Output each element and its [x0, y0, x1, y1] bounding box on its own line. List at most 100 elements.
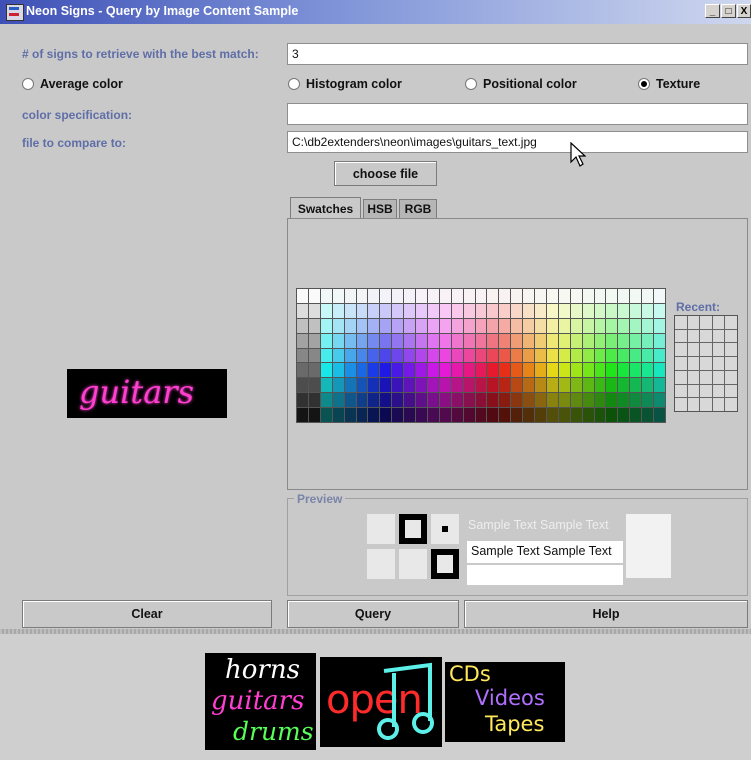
recent-swatch[interactable]	[712, 370, 725, 384]
color-swatch[interactable]	[594, 289, 606, 303]
color-swatch[interactable]	[570, 318, 582, 333]
color-swatch[interactable]	[308, 378, 320, 393]
recent-swatch[interactable]	[687, 384, 700, 398]
color-swatch[interactable]	[499, 303, 511, 318]
color-swatch[interactable]	[499, 318, 511, 333]
color-swatch[interactable]	[475, 408, 487, 422]
color-swatch[interactable]	[297, 378, 308, 393]
color-swatch[interactable]	[558, 333, 570, 348]
result-sign-2[interactable]: open	[320, 657, 442, 747]
color-swatch[interactable]	[582, 303, 594, 318]
color-swatch[interactable]	[308, 348, 320, 363]
color-swatch[interactable]	[582, 318, 594, 333]
color-swatch[interactable]	[463, 408, 475, 422]
color-swatch[interactable]	[356, 289, 368, 303]
maximize-button[interactable]: □	[721, 4, 736, 18]
color-swatch[interactable]	[511, 348, 523, 363]
recent-swatch[interactable]	[712, 316, 725, 329]
color-swatch[interactable]	[320, 408, 332, 422]
color-swatch[interactable]	[404, 393, 416, 408]
radio-histogram-color[interactable]: Histogram color	[288, 77, 402, 91]
color-swatch[interactable]	[439, 348, 451, 363]
color-swatch[interactable]	[463, 348, 475, 363]
color-swatch[interactable]	[487, 363, 499, 378]
recent-swatch[interactable]	[675, 384, 687, 398]
color-swatch[interactable]	[451, 289, 463, 303]
color-swatch[interactable]	[463, 318, 475, 333]
recent-swatch[interactable]	[725, 384, 737, 398]
color-swatch[interactable]	[344, 363, 356, 378]
color-swatch[interactable]	[558, 289, 570, 303]
recent-swatch[interactable]	[675, 370, 687, 384]
close-button[interactable]: X	[737, 4, 751, 18]
color-swatch[interactable]	[392, 378, 404, 393]
recent-swatch[interactable]	[725, 329, 737, 343]
color-swatch[interactable]	[523, 363, 535, 378]
color-swatch[interactable]	[416, 318, 427, 333]
tab-rgb[interactable]: RGB	[399, 199, 437, 218]
recent-swatch[interactable]	[700, 357, 712, 370]
color-swatch[interactable]	[332, 408, 344, 422]
color-swatch[interactable]	[582, 363, 594, 378]
color-swatch[interactable]	[618, 333, 630, 348]
color-swatch[interactable]	[332, 303, 344, 318]
color-swatch[interactable]	[297, 393, 308, 408]
recent-swatch[interactable]	[675, 329, 687, 343]
color-swatch[interactable]	[427, 303, 439, 318]
color-swatch[interactable]	[439, 378, 451, 393]
color-swatch[interactable]	[487, 289, 499, 303]
color-swatch[interactable]	[356, 408, 368, 422]
color-swatch[interactable]	[416, 378, 427, 393]
color-swatch[interactable]	[546, 408, 558, 422]
radio-average-color[interactable]: Average color	[22, 77, 123, 91]
color-swatch[interactable]	[570, 363, 582, 378]
color-swatch[interactable]	[642, 378, 654, 393]
color-swatch[interactable]	[416, 348, 427, 363]
color-swatch[interactable]	[332, 318, 344, 333]
color-swatch[interactable]	[451, 303, 463, 318]
color-swatch[interactable]	[523, 348, 535, 363]
color-swatch[interactable]	[404, 333, 416, 348]
color-swatch[interactable]	[499, 289, 511, 303]
radio-texture[interactable]: Texture	[638, 77, 700, 91]
color-swatch[interactable]	[416, 303, 427, 318]
color-swatch[interactable]	[523, 393, 535, 408]
color-swatch[interactable]	[439, 393, 451, 408]
color-swatch[interactable]	[308, 393, 320, 408]
color-swatch[interactable]	[356, 378, 368, 393]
color-swatch[interactable]	[535, 318, 546, 333]
color-swatch[interactable]	[297, 333, 308, 348]
color-swatch[interactable]	[427, 318, 439, 333]
color-swatch[interactable]	[570, 408, 582, 422]
recent-swatch[interactable]	[700, 316, 712, 329]
color-swatch[interactable]	[475, 378, 487, 393]
color-swatch[interactable]	[463, 363, 475, 378]
color-swatch[interactable]	[642, 363, 654, 378]
color-swatch[interactable]	[416, 289, 427, 303]
clear-button[interactable]: Clear	[22, 600, 272, 628]
color-swatch[interactable]	[499, 408, 511, 422]
color-swatch[interactable]	[546, 289, 558, 303]
recent-swatch[interactable]	[675, 316, 687, 329]
color-swatch[interactable]	[642, 393, 654, 408]
color-swatch[interactable]	[380, 289, 392, 303]
recent-swatch[interactable]	[725, 370, 737, 384]
color-swatch[interactable]	[606, 408, 618, 422]
color-swatch[interactable]	[630, 408, 642, 422]
color-swatch[interactable]	[463, 393, 475, 408]
color-swatch[interactable]	[392, 289, 404, 303]
color-swatch[interactable]	[618, 303, 630, 318]
color-swatch[interactable]	[558, 363, 570, 378]
color-swatch[interactable]	[630, 289, 642, 303]
recent-swatch[interactable]	[687, 370, 700, 384]
color-swatch[interactable]	[546, 333, 558, 348]
color-swatch[interactable]	[380, 303, 392, 318]
color-swatch[interactable]	[356, 348, 368, 363]
color-swatch[interactable]	[511, 303, 523, 318]
color-swatch[interactable]	[368, 303, 380, 318]
result-sign-1[interactable]: horns guitars drums	[205, 653, 316, 750]
color-swatch[interactable]	[320, 318, 332, 333]
color-swatch[interactable]	[392, 393, 404, 408]
color-swatch[interactable]	[344, 348, 356, 363]
color-spec-input[interactable]	[287, 103, 748, 125]
